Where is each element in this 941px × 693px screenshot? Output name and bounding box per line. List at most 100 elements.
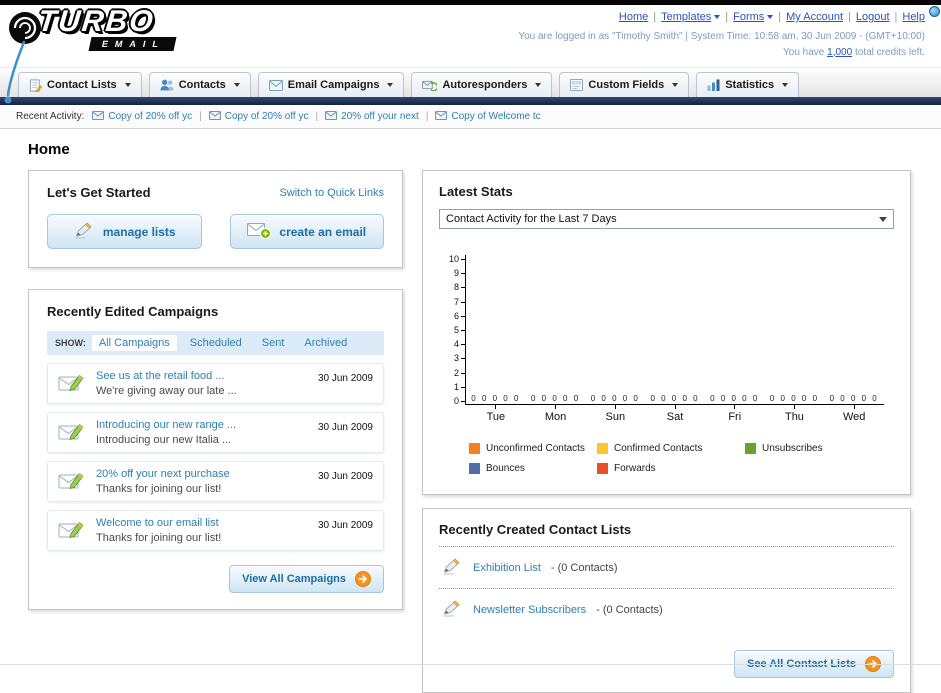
top-link-forms[interactable]: Forms — [733, 9, 774, 26]
tick-mark — [495, 405, 497, 409]
legend-item: Unsubscribes — [745, 443, 894, 454]
recent-activity-item[interactable]: Copy of Welcome tc — [435, 110, 541, 123]
chart-bar-group: 0 0 0 0 0 — [824, 394, 884, 404]
campaign-items: See us at the retail food ... We're givin… — [47, 363, 384, 551]
y-axis-label: 2 — [453, 367, 459, 378]
left-column: Let's Get Started Switch to Quick Links … — [28, 170, 403, 610]
campaign-subtitle: Thanks for joining our list! — [96, 483, 222, 495]
legend-label: Bounces — [486, 463, 525, 474]
envelope-icon — [325, 110, 338, 123]
y-axis-label: 8 — [453, 282, 459, 293]
tick-mark — [734, 405, 736, 409]
contact-list-row[interactable]: Newsletter Subscribers - (0 Contacts) — [439, 589, 894, 630]
campaigns-title: Recently Edited Campaigns — [47, 304, 219, 319]
y-axis-tick: 0 — [453, 395, 465, 406]
nav-tab-contact-lists[interactable]: Contact Lists — [18, 72, 142, 97]
footer-divider — [0, 664, 941, 665]
chart-bar-group: 0 0 0 0 0 — [526, 394, 586, 404]
chevron-down-icon — [714, 15, 721, 20]
chevron-down-icon — [672, 83, 679, 87]
campaign-text: Introducing our new range ... Introducing… — [96, 419, 308, 446]
show-tab-scheduled[interactable]: Scheduled — [183, 335, 249, 351]
y-axis-tick: 2 — [453, 367, 465, 378]
main-nav: Contact Lists Contacts Email Campaigns Auto… — [0, 67, 941, 97]
y-axis-tick: 10 — [449, 255, 465, 264]
top-link-templates[interactable]: Templates — [661, 9, 721, 26]
chart-bar-group: 0 0 0 0 0 — [585, 394, 645, 404]
y-axis-tick: 7 — [454, 297, 465, 307]
campaign-title-link[interactable]: Welcome to our email list — [96, 517, 308, 529]
nav-tab-label: Contacts — [178, 79, 226, 91]
credits-link[interactable]: 1,000 — [827, 47, 852, 58]
campaign-date: 30 Jun 2009 — [317, 422, 373, 433]
chart-bar-group: 0 0 0 0 0 — [466, 394, 526, 404]
legend-label: Unconfirmed Contacts — [486, 443, 585, 454]
campaign-row[interactable]: Welcome to our email list Thanks for join… — [47, 510, 384, 551]
tick-mark — [853, 405, 855, 409]
statistics-icon — [707, 79, 720, 91]
recent-activity-item[interactable]: Copy of 20% off yc — [92, 110, 192, 123]
stats-activity-dropdown[interactable]: Contact Activity for the Last 7 Days — [439, 209, 894, 229]
campaign-date: 30 Jun 2009 — [317, 471, 373, 482]
nav-tab-label: Custom Fields — [588, 79, 665, 91]
view-all-campaigns-button[interactable]: View All Campaigns — [229, 565, 384, 593]
nav-tab-email-campaigns[interactable]: Email Campaigns — [257, 72, 405, 97]
pencil-icon — [441, 599, 463, 620]
credits-prefix: You have — [783, 46, 828, 58]
y-axis-label: 0 — [453, 395, 459, 406]
recent-activity-link[interactable]: Copy of 20% off yc — [225, 111, 309, 122]
recent-activity-item[interactable]: 20% off your next — [325, 110, 419, 123]
recent-activity-link[interactable]: Copy of Welcome tc — [451, 111, 540, 122]
contact-list-row[interactable]: Exhibition List - (0 Contacts) — [439, 547, 894, 589]
campaign-title-link[interactable]: See us at the retail food ... — [96, 370, 308, 382]
create-an-email-button[interactable]: create an email — [229, 214, 384, 249]
x-axis-label-group: Mon — [526, 405, 586, 423]
chart-plot-area: 0 0 0 0 0 0 0 0 0 0 0 0 0 0 0 0 0 0 0 0 0 0 … — [465, 255, 884, 423]
contact-list-detail: - (0 Contacts) — [550, 561, 618, 574]
nav-tab-statistics[interactable]: Statistics — [696, 72, 800, 97]
bar-value-labels: 0 0 0 0 0 — [650, 394, 700, 403]
legend-swatch — [469, 443, 480, 454]
separator: | — [199, 111, 202, 122]
x-axis-label: Sun — [605, 411, 626, 423]
autoresponders-icon — [422, 79, 438, 91]
contact-lists-title: Recently Created Contact Lists — [439, 522, 894, 547]
separator: | — [848, 11, 851, 23]
top-link-my-account[interactable]: My Account — [786, 9, 843, 26]
nav-tab-custom-fields[interactable]: Custom Fields — [559, 72, 690, 97]
nav-tab-contacts[interactable]: Contacts — [148, 72, 251, 97]
contact-list-link[interactable]: Exhibition List — [473, 562, 541, 574]
get-started-buttons: manage lists create an email — [47, 214, 384, 249]
credits-info: You have 1,000 total credits left. — [518, 45, 925, 60]
separator: | — [425, 111, 429, 122]
top-link-logout[interactable]: Logout — [856, 9, 890, 26]
recent-activity-link[interactable]: Copy of 20% off yc — [108, 111, 192, 122]
show-tab-archived[interactable]: Archived — [297, 335, 354, 351]
campaign-title-link[interactable]: Introducing our new range ... — [96, 419, 308, 431]
campaign-date: 30 Jun 2009 — [317, 520, 373, 531]
contact-list-link[interactable]: Newsletter Subscribers — [473, 604, 586, 616]
x-axis-label: Tue — [486, 411, 506, 423]
chevron-down-icon — [767, 15, 774, 20]
tick-mark — [614, 405, 616, 409]
top-link-help[interactable]: Help — [902, 9, 925, 26]
recent-activity-link[interactable]: 20% off your next — [341, 111, 419, 122]
campaign-row[interactable]: 20% off your next purchase Thanks for joi… — [47, 461, 384, 502]
header-right: Home | Templates | Forms | My Account | Logout | H… — [518, 9, 925, 60]
button-label: create an email — [279, 224, 367, 239]
show-tab-all-campaigns[interactable]: All Campaigns — [91, 335, 177, 351]
recent-activity-items: Copy of 20% off yc | Copy of 20% off yc | 20… — [92, 110, 541, 123]
switch-to-quick-links-link[interactable]: Switch to Quick Links — [279, 187, 384, 199]
manage-lists-button[interactable]: manage lists — [47, 214, 202, 249]
help-globe-icon[interactable] — [929, 6, 940, 17]
campaign-row[interactable]: See us at the retail food ... We're givin… — [47, 363, 384, 404]
top-link-home[interactable]: Home — [619, 9, 648, 26]
nav-tab-autoresponders[interactable]: Autoresponders — [411, 72, 553, 97]
recent-activity-item[interactable]: Copy of 20% off yc — [208, 110, 309, 123]
show-tab-sent[interactable]: Sent — [255, 335, 292, 351]
get-started-header: Let's Get Started Switch to Quick Links — [47, 185, 384, 200]
campaign-title-link[interactable]: 20% off your next purchase — [96, 468, 308, 480]
campaign-row[interactable]: Introducing our new range ... Introducing… — [47, 412, 384, 453]
bar-value-labels: 0 0 0 0 0 — [590, 394, 640, 403]
x-axis-label-group: Fri — [705, 405, 765, 423]
